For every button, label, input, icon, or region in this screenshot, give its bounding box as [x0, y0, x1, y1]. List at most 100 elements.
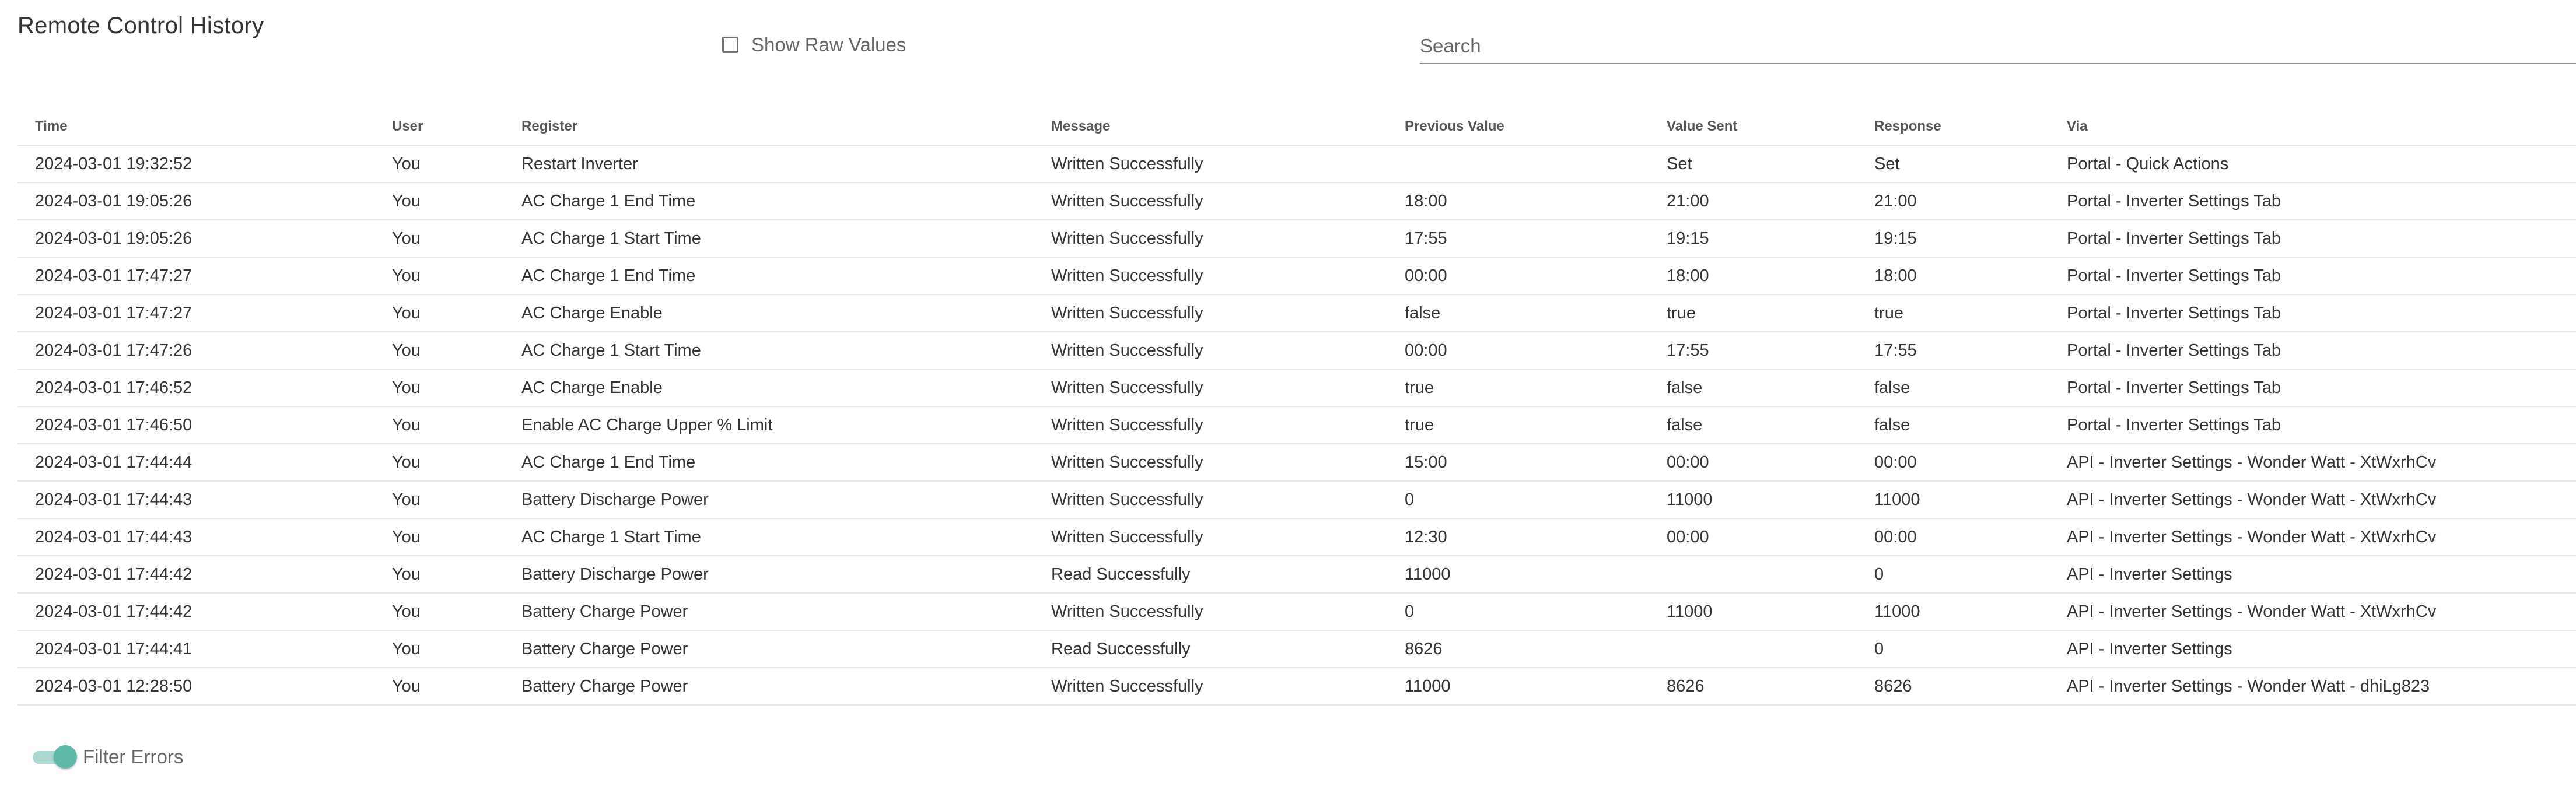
column-header-response[interactable]: Response	[1874, 108, 2067, 146]
table-header-row: Time User Register Message Previous Valu…	[18, 108, 2576, 146]
cell-previous-value: 0	[1405, 593, 1667, 631]
cell-user: You	[392, 406, 522, 444]
column-header-value-sent[interactable]: Value Sent	[1667, 108, 1874, 146]
table-row[interactable]: 2024-03-01 19:05:26 You AC Charge 1 Start …	[18, 220, 2576, 258]
table-row[interactable]: 2024-03-01 19:32:52 You Restart Inverter Wr…	[18, 145, 2576, 183]
cell-register: AC Charge 1 End Time	[522, 257, 1051, 295]
column-header-previous-value[interactable]: Previous Value	[1405, 108, 1667, 146]
cell-message: Written Successfully	[1051, 257, 1405, 295]
cell-response: 00:00	[1874, 444, 2067, 482]
cell-via: Portal - Inverter Settings Tab	[2067, 220, 2576, 258]
cell-user: You	[392, 481, 522, 519]
cell-via: Portal - Inverter Settings Tab	[2067, 183, 2576, 220]
cell-via: API - Inverter Settings	[2067, 556, 2576, 594]
cell-message: Written Successfully	[1051, 481, 1405, 519]
cell-register: AC Charge Enable	[522, 369, 1051, 407]
cell-via: Portal - Inverter Settings Tab	[2067, 257, 2576, 295]
table-row[interactable]: 2024-03-01 17:44:43 You AC Charge 1 Start …	[18, 518, 2576, 556]
table-row[interactable]: 2024-03-01 19:05:26 You AC Charge 1 End Ti…	[18, 183, 2576, 220]
cell-message: Written Successfully	[1051, 369, 1405, 407]
cell-time: 2024-03-01 17:44:42	[18, 593, 392, 631]
search-input[interactable]	[1420, 30, 2576, 62]
cell-via: API - Inverter Settings - Wonder Watt - …	[2067, 668, 2576, 706]
table-row[interactable]: 2024-03-01 17:44:42 You Battery Charge Pow…	[18, 593, 2576, 631]
cell-via: Portal - Inverter Settings Tab	[2067, 294, 2576, 332]
cell-previous-value: true	[1405, 406, 1667, 444]
cell-value-sent: 19:15	[1667, 220, 1874, 258]
table-body: 2024-03-01 19:32:52 You Restart Inverter Wr…	[18, 145, 2576, 706]
show-raw-values-checkbox[interactable]	[722, 37, 738, 53]
table-row[interactable]: 2024-03-01 17:46:50 You Enable AC Charge U…	[18, 406, 2576, 444]
table-row[interactable]: 2024-03-01 17:46:52 You AC Charge Enable Wr…	[18, 369, 2576, 407]
cell-register: Battery Charge Power	[522, 630, 1051, 668]
cell-time: 2024-03-01 17:46:52	[18, 369, 392, 407]
cell-message: Written Successfully	[1051, 444, 1405, 482]
cell-register: AC Charge 1 End Time	[522, 183, 1051, 220]
switch-thumb[interactable]	[54, 745, 77, 769]
cell-via: API - Inverter Settings	[2067, 630, 2576, 668]
filter-errors-switch[interactable]	[33, 745, 79, 769]
cell-response: 0	[1874, 556, 2067, 594]
cell-message: Written Successfully	[1051, 332, 1405, 370]
cell-register: AC Charge 1 Start Time	[522, 518, 1051, 556]
cell-response: 21:00	[1874, 183, 2067, 220]
cell-user: You	[392, 444, 522, 482]
cell-previous-value: 18:00	[1405, 183, 1667, 220]
cell-value-sent: 00:00	[1667, 518, 1874, 556]
cell-message: Read Successfully	[1051, 630, 1405, 668]
cell-value-sent	[1667, 556, 1874, 594]
cell-message: Written Successfully	[1051, 518, 1405, 556]
table-row[interactable]: 2024-03-01 17:47:27 You AC Charge Enable Wr…	[18, 294, 2576, 332]
page-title: Remote Control History	[18, 13, 264, 38]
table-row[interactable]: 2024-03-01 17:44:44 You AC Charge 1 End Ti…	[18, 444, 2576, 482]
cell-value-sent: 00:00	[1667, 444, 1874, 482]
cell-user: You	[392, 518, 522, 556]
column-header-via[interactable]: Via	[2067, 108, 2576, 146]
filter-errors-toggle[interactable]: Filter Errors	[33, 745, 183, 769]
cell-message: Read Successfully	[1051, 556, 1405, 594]
column-header-register[interactable]: Register	[522, 108, 1051, 146]
cell-message: Written Successfully	[1051, 145, 1405, 183]
column-header-message[interactable]: Message	[1051, 108, 1405, 146]
table-row[interactable]: 2024-03-01 17:44:42 You Battery Discharge …	[18, 556, 2576, 594]
cell-register: Battery Charge Power	[522, 593, 1051, 631]
cell-register: Enable AC Charge Upper % Limit	[522, 406, 1051, 444]
cell-previous-value: 15:00	[1405, 444, 1667, 482]
table-row[interactable]: 2024-03-01 17:44:43 You Battery Discharge …	[18, 481, 2576, 519]
cell-response: 00:00	[1874, 518, 2067, 556]
cell-register: Restart Inverter	[522, 145, 1051, 183]
cell-time: 2024-03-01 19:05:26	[18, 220, 392, 258]
cell-value-sent: 8626	[1667, 668, 1874, 706]
cell-previous-value: false	[1405, 294, 1667, 332]
cell-response: 0	[1874, 630, 2067, 668]
cell-response: Set	[1874, 145, 2067, 183]
cell-value-sent: 18:00	[1667, 257, 1874, 295]
column-header-user[interactable]: User	[392, 108, 522, 146]
cell-response: 8626	[1874, 668, 2067, 706]
cell-user: You	[392, 556, 522, 594]
show-raw-values-toggle[interactable]: Show Raw Values	[722, 34, 906, 56]
cell-via: Portal - Quick Actions	[2067, 145, 2576, 183]
cell-value-sent: 17:55	[1667, 332, 1874, 370]
history-table: Time User Register Message Previous Valu…	[18, 108, 2576, 706]
table-row[interactable]: 2024-03-01 17:44:41 You Battery Charge Pow…	[18, 630, 2576, 668]
cell-time: 2024-03-01 17:44:43	[18, 518, 392, 556]
column-header-time[interactable]: Time	[18, 108, 392, 146]
cell-response: true	[1874, 294, 2067, 332]
search-field[interactable]	[1420, 30, 2576, 64]
cell-via: API - Inverter Settings - Wonder Watt - …	[2067, 593, 2576, 631]
table-row[interactable]: 2024-03-01 17:47:26 You AC Charge 1 Start …	[18, 332, 2576, 370]
cell-register: AC Charge 1 Start Time	[522, 220, 1051, 258]
table-row[interactable]: 2024-03-01 12:28:50 You Battery Charge Pow…	[18, 668, 2576, 706]
table-row[interactable]: 2024-03-01 17:47:27 You AC Charge 1 End Ti…	[18, 257, 2576, 295]
cell-message: Written Successfully	[1051, 668, 1405, 706]
cell-time: 2024-03-01 19:05:26	[18, 183, 392, 220]
cell-time: 2024-03-01 17:47:27	[18, 294, 392, 332]
cell-response: 19:15	[1874, 220, 2067, 258]
cell-value-sent: 11000	[1667, 481, 1874, 519]
cell-user: You	[392, 183, 522, 220]
cell-message: Written Successfully	[1051, 220, 1405, 258]
cell-value-sent: true	[1667, 294, 1874, 332]
cell-previous-value: 12:30	[1405, 518, 1667, 556]
cell-message: Written Successfully	[1051, 294, 1405, 332]
